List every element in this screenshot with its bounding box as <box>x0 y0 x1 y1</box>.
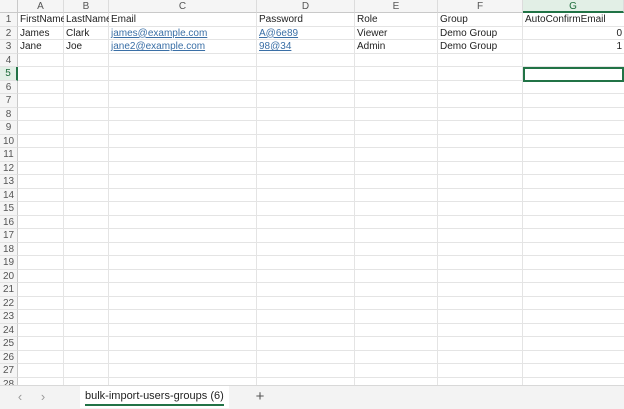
cell-d2[interactable]: A@6e89 <box>257 27 355 40</box>
cell-c1[interactable]: Email <box>109 13 257 26</box>
column-gridline <box>354 13 355 385</box>
chevron-left-icon[interactable]: ‹ <box>12 389 28 405</box>
row-header-28[interactable]: 28 <box>0 377 18 385</box>
row-header-7[interactable]: 7 <box>0 94 18 108</box>
spreadsheet-grid[interactable]: ABCDEFG 1 2 3 4 5 6 7 8 9 10 11 12 13 14 15 16 17 18 19 20 2… <box>0 0 624 385</box>
cell-g3[interactable]: 1 <box>523 40 624 53</box>
row-header-10[interactable]: 10 <box>0 134 18 148</box>
cell-d3[interactable]: 98@34 <box>257 40 355 53</box>
cell-a3[interactable]: Jane <box>18 40 64 53</box>
column-header-g[interactable]: G <box>523 0 624 13</box>
cell-c2[interactable]: james@example.com <box>109 27 257 40</box>
row-header-14[interactable]: 14 <box>0 188 18 202</box>
sheet-tab-bar: ‹ › bulk-import-users-groups (6) + <box>0 385 624 409</box>
select-all-corner[interactable] <box>0 0 18 13</box>
column-header-a[interactable]: A <box>18 0 64 13</box>
column-header-e[interactable]: E <box>355 0 438 13</box>
cell-b2[interactable]: Clark <box>64 27 109 40</box>
cell-a2[interactable]: James <box>18 27 64 40</box>
chevron-right-icon[interactable]: › <box>35 389 51 405</box>
row-header-6[interactable]: 6 <box>0 80 18 94</box>
row-header-4[interactable]: 4 <box>0 53 18 67</box>
active-cell-g5[interactable] <box>523 67 624 82</box>
row-header-8[interactable]: 8 <box>0 107 18 121</box>
cell-a1[interactable]: FirstName <box>18 13 64 26</box>
row-header-18[interactable]: 18 <box>0 242 18 256</box>
cell-b3[interactable]: Joe <box>64 40 109 53</box>
row-header-5[interactable]: 5 <box>0 67 18 81</box>
cell-c3[interactable]: jane2@example.com <box>109 40 257 53</box>
column-gridline <box>437 13 438 385</box>
column-header-c[interactable]: C <box>109 0 257 13</box>
row-header-3[interactable]: 3 <box>0 40 18 54</box>
row-header-9[interactable]: 9 <box>0 121 18 135</box>
cell-e2[interactable]: Viewer <box>355 27 438 40</box>
row-header-13[interactable]: 13 <box>0 175 18 189</box>
row-header-26[interactable]: 26 <box>0 350 18 364</box>
cell-f2[interactable]: Demo Group <box>438 27 523 40</box>
row-header-2[interactable]: 2 <box>0 26 18 40</box>
row-header-19[interactable]: 19 <box>0 256 18 270</box>
row-header-25[interactable]: 25 <box>0 337 18 351</box>
cell-f1[interactable]: Group <box>438 13 523 26</box>
row-header-22[interactable]: 22 <box>0 296 18 310</box>
sheet-tab-active[interactable]: bulk-import-users-groups (6) <box>80 386 229 408</box>
row-header-21[interactable]: 21 <box>0 283 18 297</box>
cell-e1[interactable]: Role <box>355 13 438 26</box>
row-header-24[interactable]: 24 <box>0 323 18 337</box>
cell-f3[interactable]: Demo Group <box>438 40 523 53</box>
row-header-20[interactable]: 20 <box>0 269 18 283</box>
column-gridline <box>256 13 257 385</box>
column-gridline <box>108 13 109 385</box>
cell-g2[interactable]: 0 <box>523 27 624 40</box>
cell-d1[interactable]: Password <box>257 13 355 26</box>
column-header-f[interactable]: F <box>438 0 523 13</box>
active-tab-underline <box>85 404 224 406</box>
add-sheet-button[interactable]: + <box>252 388 268 406</box>
row-header-16[interactable]: 16 <box>0 215 18 229</box>
column-gridline <box>63 13 64 385</box>
cell-g1[interactable]: AutoConfirmEmail <box>523 13 624 26</box>
cell-e3[interactable]: Admin <box>355 40 438 53</box>
row-header-15[interactable]: 15 <box>0 202 18 216</box>
row-header-1[interactable]: 1 <box>0 13 18 27</box>
row-header-11[interactable]: 11 <box>0 148 18 162</box>
row-header-27[interactable]: 27 <box>0 364 18 378</box>
column-header-d[interactable]: D <box>257 0 355 13</box>
cell-b1[interactable]: LastName <box>64 13 109 26</box>
row-header-23[interactable]: 23 <box>0 310 18 324</box>
row-header-17[interactable]: 17 <box>0 229 18 243</box>
sheet-tab-label: bulk-import-users-groups (6) <box>85 390 224 402</box>
column-header-b[interactable]: B <box>64 0 109 13</box>
row-header-12[interactable]: 12 <box>0 161 18 175</box>
